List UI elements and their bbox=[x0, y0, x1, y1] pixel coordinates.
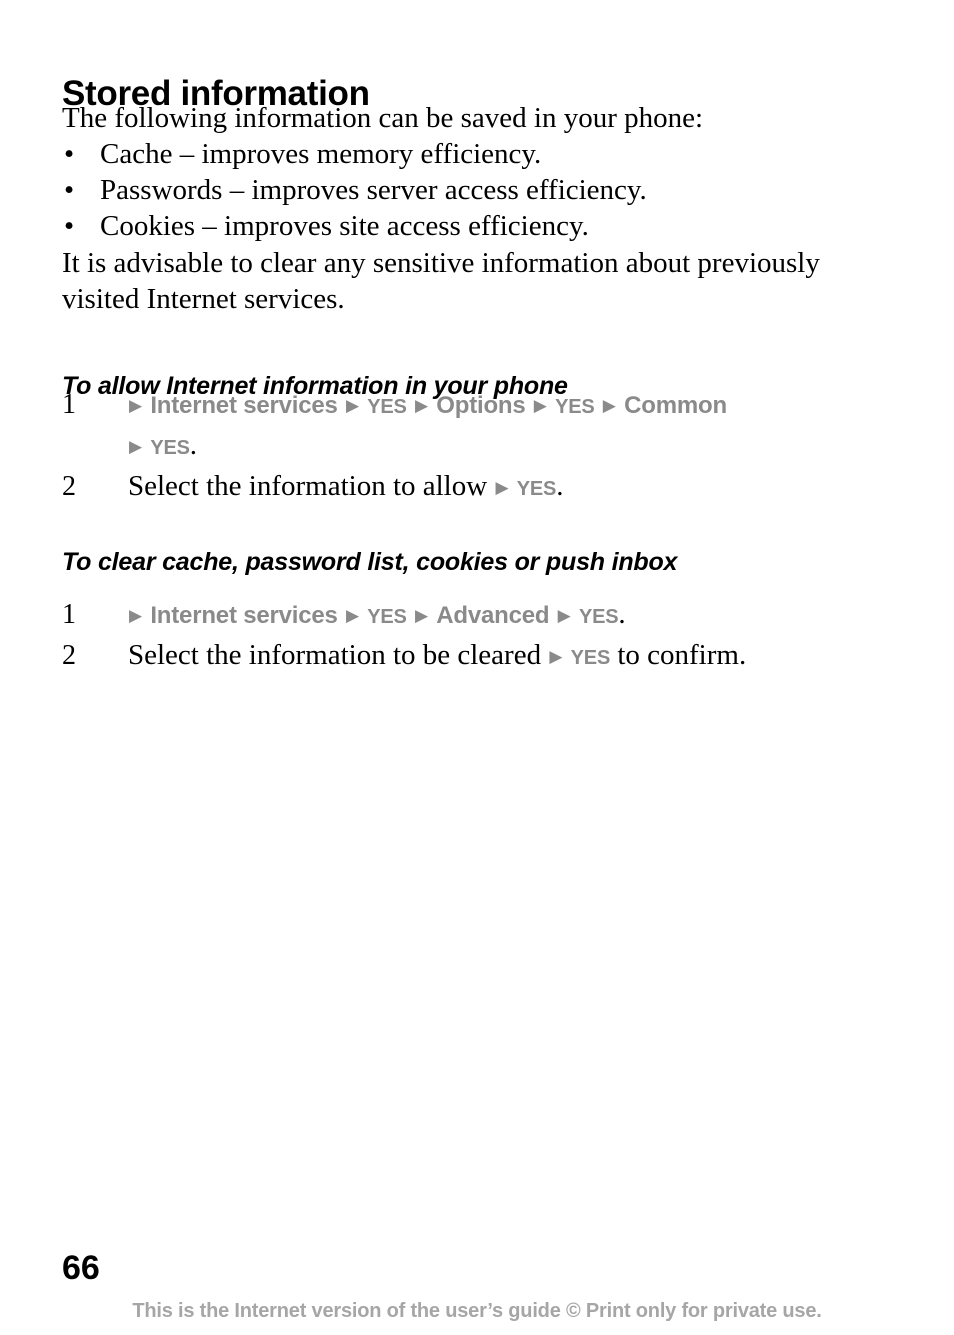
list-item: • Cookies – improves site access efficie… bbox=[62, 208, 902, 244]
arrow-right-icon: ▶ bbox=[129, 606, 143, 626]
bullet-icon: • bbox=[64, 174, 75, 206]
intro-paragraph: The following information can be saved i… bbox=[62, 102, 704, 134]
bullet-list-block: • Cache – improves memory efficiency. • … bbox=[62, 136, 902, 244]
step-content: Select the information to allow ▶ YES. bbox=[128, 470, 563, 502]
nav-key-yes: YES bbox=[367, 396, 407, 418]
arrow-right-icon: ▶ bbox=[345, 396, 360, 416]
step-content: Select the information to be cleared ▶ Y… bbox=[128, 639, 746, 671]
nav-key-yes: YES bbox=[578, 606, 619, 628]
step-item: 1 ▶ Internet services ▶ YES ▶ Options ▶ … bbox=[62, 386, 912, 468]
arrow-right-icon: ▶ bbox=[345, 606, 360, 626]
footer-note: This is the Internet version of the user… bbox=[132, 1300, 822, 1322]
arrow-right-icon: ▶ bbox=[129, 396, 143, 416]
section-heading-clear-cache: To clear cache, password list, cookies o… bbox=[62, 547, 678, 576]
step-text-after: to confirm. bbox=[610, 639, 747, 671]
nav-key-yes: YES bbox=[516, 478, 557, 500]
nav-menu-advanced: Advanced bbox=[436, 602, 550, 629]
arrow-right-icon: ▶ bbox=[602, 396, 616, 416]
step-item: 2 Select the information to allow ▶ YES. bbox=[62, 468, 912, 509]
arrow-right-icon: ▶ bbox=[129, 437, 143, 457]
intro-block: The following information can be saved i… bbox=[62, 100, 902, 136]
nav-key-yes: YES bbox=[367, 606, 407, 628]
bullet-icon: • bbox=[64, 210, 75, 242]
step-content: ▶ Internet services ▶ YES ▶ Advanced ▶ Y… bbox=[128, 598, 626, 630]
step-item: 2 Select the information to be cleared ▶… bbox=[62, 637, 912, 678]
nav-menu-internet-services: Internet services bbox=[150, 602, 338, 629]
arrow-right-icon: ▶ bbox=[533, 396, 547, 416]
sentence-period: . bbox=[618, 598, 626, 630]
advisory-paragraph: It is advisable to clear any sensitive i… bbox=[62, 247, 820, 315]
stored-information-list: • Cache – improves memory efficiency. • … bbox=[62, 136, 902, 244]
advisory-block: It is advisable to clear any sensitive i… bbox=[62, 245, 902, 317]
step-number: 2 bbox=[62, 640, 76, 671]
page-number: 66 bbox=[62, 1249, 100, 1287]
arrow-right-icon: ▶ bbox=[549, 647, 563, 667]
step-item: 1 ▶ Internet services ▶ YES ▶ Advanced ▶… bbox=[62, 596, 912, 637]
step-number: 2 bbox=[62, 471, 76, 502]
step-number: 1 bbox=[62, 599, 76, 630]
list-item: • Cache – improves memory efficiency. bbox=[62, 136, 902, 172]
nav-key-yes: YES bbox=[570, 647, 611, 669]
section-2-steps: 1 ▶ Internet services ▶ YES ▶ Advanced ▶… bbox=[62, 596, 912, 678]
sentence-period: . bbox=[556, 470, 564, 502]
step-text-before: Select the information to allow bbox=[128, 470, 495, 502]
arrow-right-icon: ▶ bbox=[414, 396, 429, 416]
section-1-steps: 1 ▶ Internet services ▶ YES ▶ Options ▶ … bbox=[62, 386, 912, 509]
step-text-before: Select the information to be cleared bbox=[128, 639, 549, 671]
arrow-right-icon: ▶ bbox=[557, 606, 571, 626]
list-item: • Passwords – improves server access eff… bbox=[62, 172, 902, 208]
list-item-label: Cookies – improves site access efficienc… bbox=[100, 210, 589, 242]
list-item-label: Passwords – improves server access effic… bbox=[100, 174, 647, 206]
step-number: 1 bbox=[62, 389, 76, 420]
sentence-period: . bbox=[189, 429, 197, 461]
nav-menu-common: Common bbox=[624, 392, 727, 419]
document-page: Stored information The following informa… bbox=[0, 0, 954, 1335]
step-content: ▶ Internet services ▶ YES ▶ Options ▶ YE… bbox=[128, 388, 727, 461]
nav-menu-options: Options bbox=[436, 392, 526, 419]
arrow-right-icon: ▶ bbox=[414, 606, 429, 626]
nav-key-yes: YES bbox=[555, 396, 595, 418]
nav-menu-internet-services: Internet services bbox=[150, 392, 338, 419]
bullet-icon: • bbox=[64, 138, 75, 170]
nav-key-yes: YES bbox=[150, 437, 190, 459]
arrow-right-icon: ▶ bbox=[495, 478, 509, 498]
list-item-label: Cache – improves memory efficiency. bbox=[100, 138, 542, 170]
